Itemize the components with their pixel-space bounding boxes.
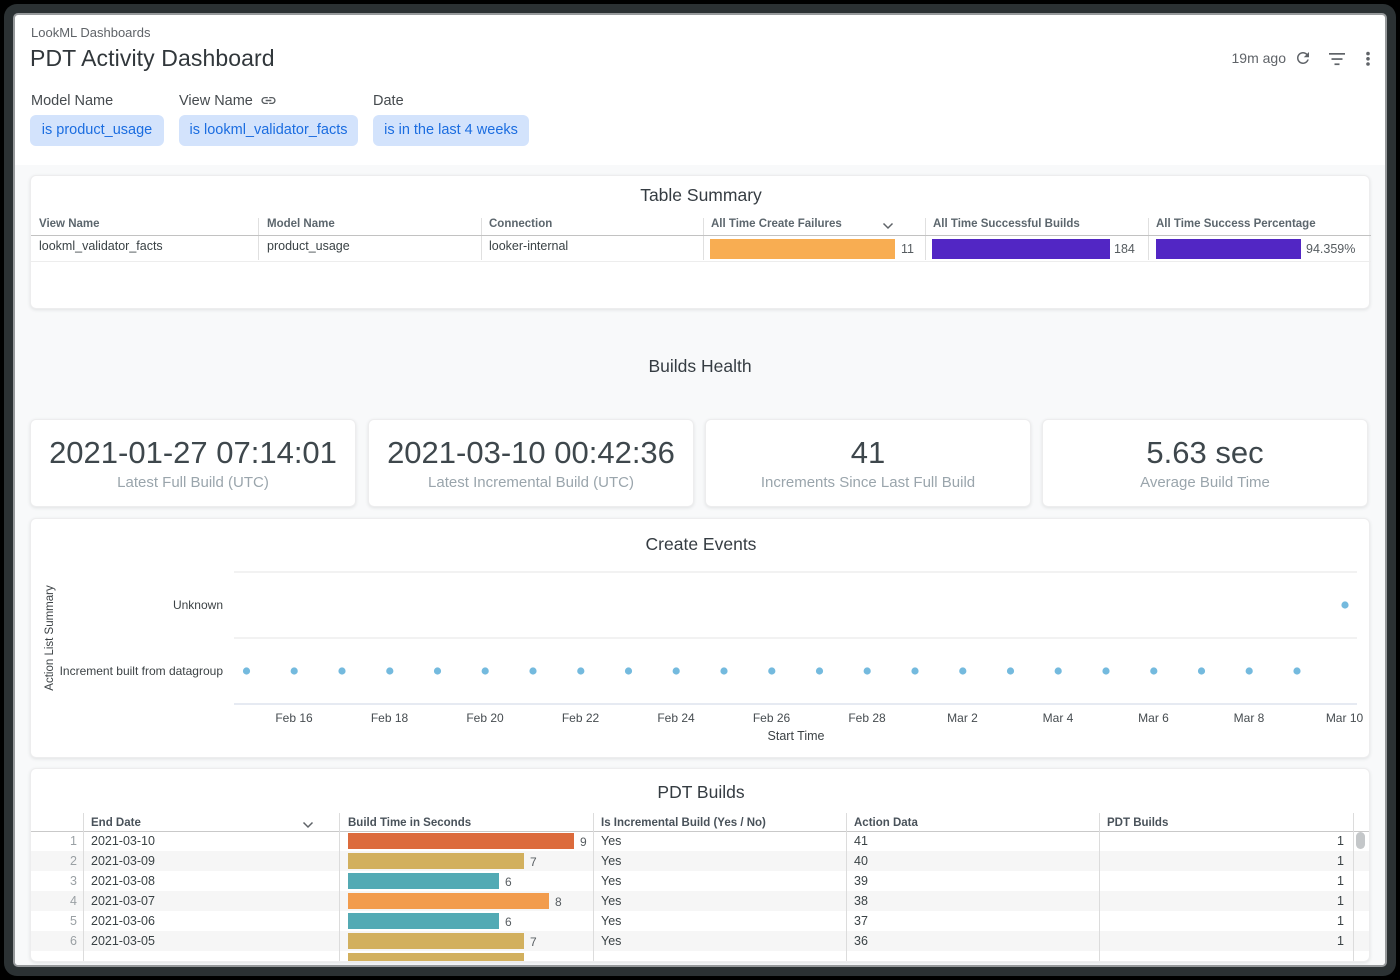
svg-text:Mar 2: Mar 2 — [947, 711, 978, 725]
svg-text:Feb 24: Feb 24 — [657, 711, 695, 725]
svg-text:Mar 4: Mar 4 — [1043, 711, 1074, 725]
svg-text:Feb 28: Feb 28 — [848, 711, 886, 725]
svg-text:Action List Summary: Action List Summary — [44, 585, 56, 691]
svg-text:Feb 16: Feb 16 — [275, 711, 313, 725]
svg-text:Feb 18: Feb 18 — [371, 711, 409, 725]
svg-text:Mar 10: Mar 10 — [1326, 711, 1364, 725]
svg-text:Start Time: Start Time — [768, 729, 825, 743]
svg-text:Increment built from datagroup: Increment built from datagroup — [60, 664, 224, 678]
svg-text:Unknown: Unknown — [173, 598, 223, 612]
svg-text:Mar 6: Mar 6 — [1138, 711, 1169, 725]
svg-text:Feb 26: Feb 26 — [753, 711, 791, 725]
svg-text:Feb 20: Feb 20 — [466, 711, 504, 725]
svg-text:Feb 22: Feb 22 — [562, 711, 600, 725]
svg-text:Mar 8: Mar 8 — [1234, 711, 1265, 725]
